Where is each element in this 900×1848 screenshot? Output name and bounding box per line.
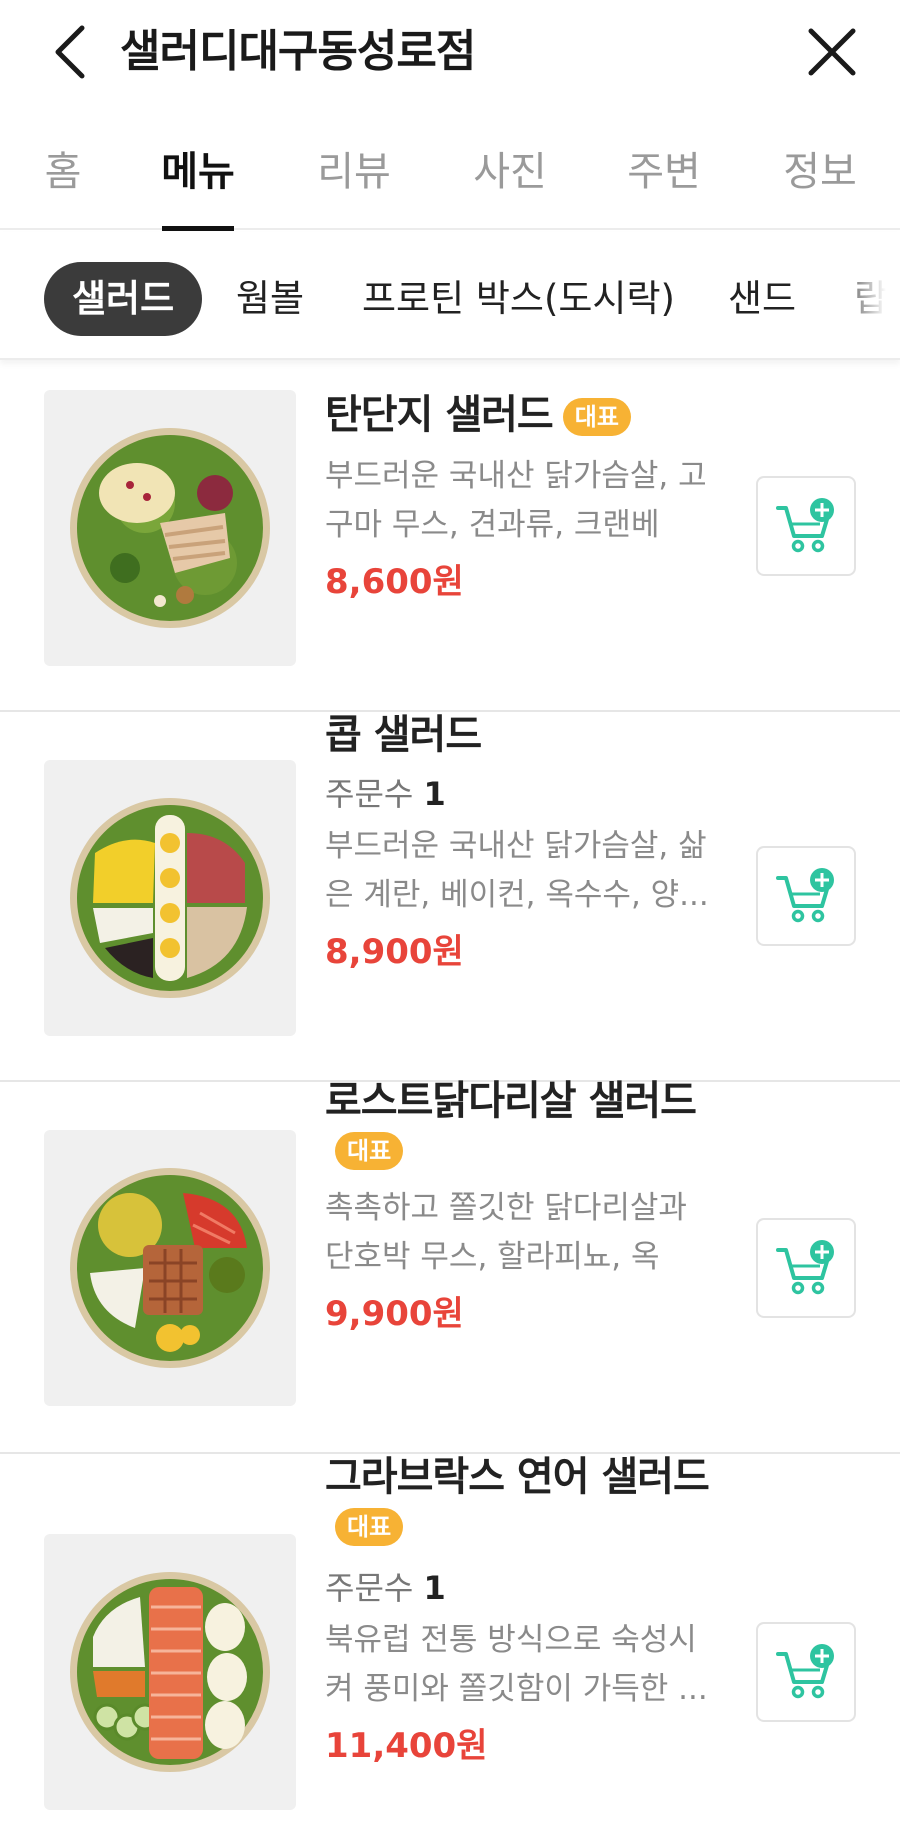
menu-info: 탄단지 샐러드 대표 부드러운 국내산 닭가슴살, 고구마 무스, 견과류, 크랜…: [325, 388, 715, 612]
menu-name: 로스트닭다리살 샐러드: [325, 1078, 697, 1124]
signature-badge: 대표: [335, 1132, 404, 1170]
cart-add-icon: [776, 498, 834, 553]
menu-price: 8,600원: [325, 562, 464, 602]
signature-badge: 대표: [335, 1508, 404, 1546]
order-count-row: 주문수 1: [325, 770, 715, 818]
tab-info[interactable]: 정보: [780, 142, 860, 202]
menu-price: 11,400원: [325, 1726, 488, 1766]
close-icon: [808, 28, 856, 76]
salad-cobb-image[interactable]: [44, 760, 296, 1036]
category-chip-bar[interactable]: 샐러드 웜볼 프로틴 박스(도시락) 샌드 랍: [0, 232, 900, 360]
add-to-cart-button[interactable]: [756, 1622, 856, 1722]
chevron-left-icon: [55, 25, 85, 79]
header: 샐러디대구동성로점: [0, 0, 900, 104]
tab-nearby[interactable]: 주변: [624, 142, 704, 202]
menu-description: 북유럽 전통 방식으로 숙성시켜 풍미와 쫄깃함이 가득한 ...: [325, 1622, 708, 1707]
tab-menu[interactable]: 메뉴: [158, 142, 238, 202]
order-count-row: 주문수 1: [325, 1564, 715, 1612]
add-to-cart-button[interactable]: [756, 1218, 856, 1318]
add-to-cart-button[interactable]: [756, 476, 856, 576]
menu-description: 부드러운 국내산 닭가슴살, 삶은 계란, 베이컨, 옥수수, 양...: [325, 828, 709, 913]
category-chip-protein-box[interactable]: 프로틴 박스(도시락): [362, 262, 675, 336]
tab-home[interactable]: 홈: [38, 142, 88, 202]
order-count-value: 1: [423, 1569, 446, 1607]
category-chip-warmbowl[interactable]: 웜볼: [236, 262, 304, 336]
menu-name-row: 탄단지 샐러드 대표: [325, 388, 715, 442]
menu-item[interactable]: 탄단지 샐러드 대표 부드러운 국내산 닭가슴살, 고구마 무스, 견과류, 크랜…: [0, 362, 900, 712]
menu-item[interactable]: 콥 샐러드 주문수 1 부드러운 국내산 닭가슴살, 삶은 계란, 베이컨, 옥…: [0, 712, 900, 1082]
tab-photo[interactable]: 사진: [470, 142, 550, 202]
order-count-label: 주문수: [325, 1569, 414, 1607]
menu-item[interactable]: 그라브락스 연어 샐러드 대표 주문수 1 북유럽 전통 방식으로 숙성시켜 풍…: [0, 1454, 900, 1848]
active-tab-indicator: [162, 226, 234, 231]
cart-add-icon: [776, 868, 834, 923]
back-button[interactable]: [44, 20, 96, 84]
menu-name: 콥 샐러드: [325, 712, 482, 758]
menu-name: 탄단지 샐러드: [325, 392, 554, 438]
close-button[interactable]: [802, 22, 862, 82]
tab-bar: 홈 메뉴 리뷰 사진 주변 정보: [0, 130, 900, 231]
category-chip-salad[interactable]: 샐러드: [44, 262, 203, 336]
cart-add-icon: [776, 1240, 834, 1295]
salad-salmon-image[interactable]: [44, 1534, 296, 1810]
menu-price: 9,900원: [325, 1294, 464, 1334]
menu-info: 콥 샐러드 주문수 1 부드러운 국내산 닭가슴살, 삶은 계란, 베이컨, 옥…: [325, 708, 715, 982]
menu-info: 그라브락스 연어 샐러드 대표 주문수 1 북유럽 전통 방식으로 숙성시켜 풍…: [325, 1450, 715, 1776]
order-count-label: 주문수: [325, 775, 414, 813]
menu-name: 그라브락스 연어 샐러드: [325, 1454, 710, 1500]
page-title: 샐러디대구동성로점: [120, 26, 476, 77]
order-count-value: 1: [423, 775, 446, 813]
salad-chicken-sweetpotato-image[interactable]: [44, 390, 296, 666]
signature-badge: 대표: [562, 398, 631, 436]
cart-add-icon: [776, 1644, 834, 1699]
tab-review[interactable]: 리뷰: [314, 142, 394, 202]
menu-description: 촉촉하고 쫄깃한 닭다리살과 단호박 무스, 할라피뇨, 옥수...: [325, 1190, 687, 1275]
menu-item[interactable]: 로스트닭다리살 샐러드 대표 촉촉하고 쫄깃한 닭다리살과 단호박 무스, 할라…: [0, 1078, 900, 1454]
chip-bar-fade: [830, 232, 900, 358]
category-chip-sand[interactable]: 샌드: [728, 262, 796, 336]
add-to-cart-button[interactable]: [756, 846, 856, 946]
salad-roast-chicken-image[interactable]: [44, 1130, 296, 1406]
menu-description: 부드러운 국내산 닭가슴살, 고구마 무스, 견과류, 크랜베리...: [325, 458, 707, 543]
menu-price: 8,900원: [325, 932, 464, 972]
menu-info: 로스트닭다리살 샐러드 대표 촉촉하고 쫄깃한 닭다리살과 단호박 무스, 할라…: [325, 1074, 715, 1344]
